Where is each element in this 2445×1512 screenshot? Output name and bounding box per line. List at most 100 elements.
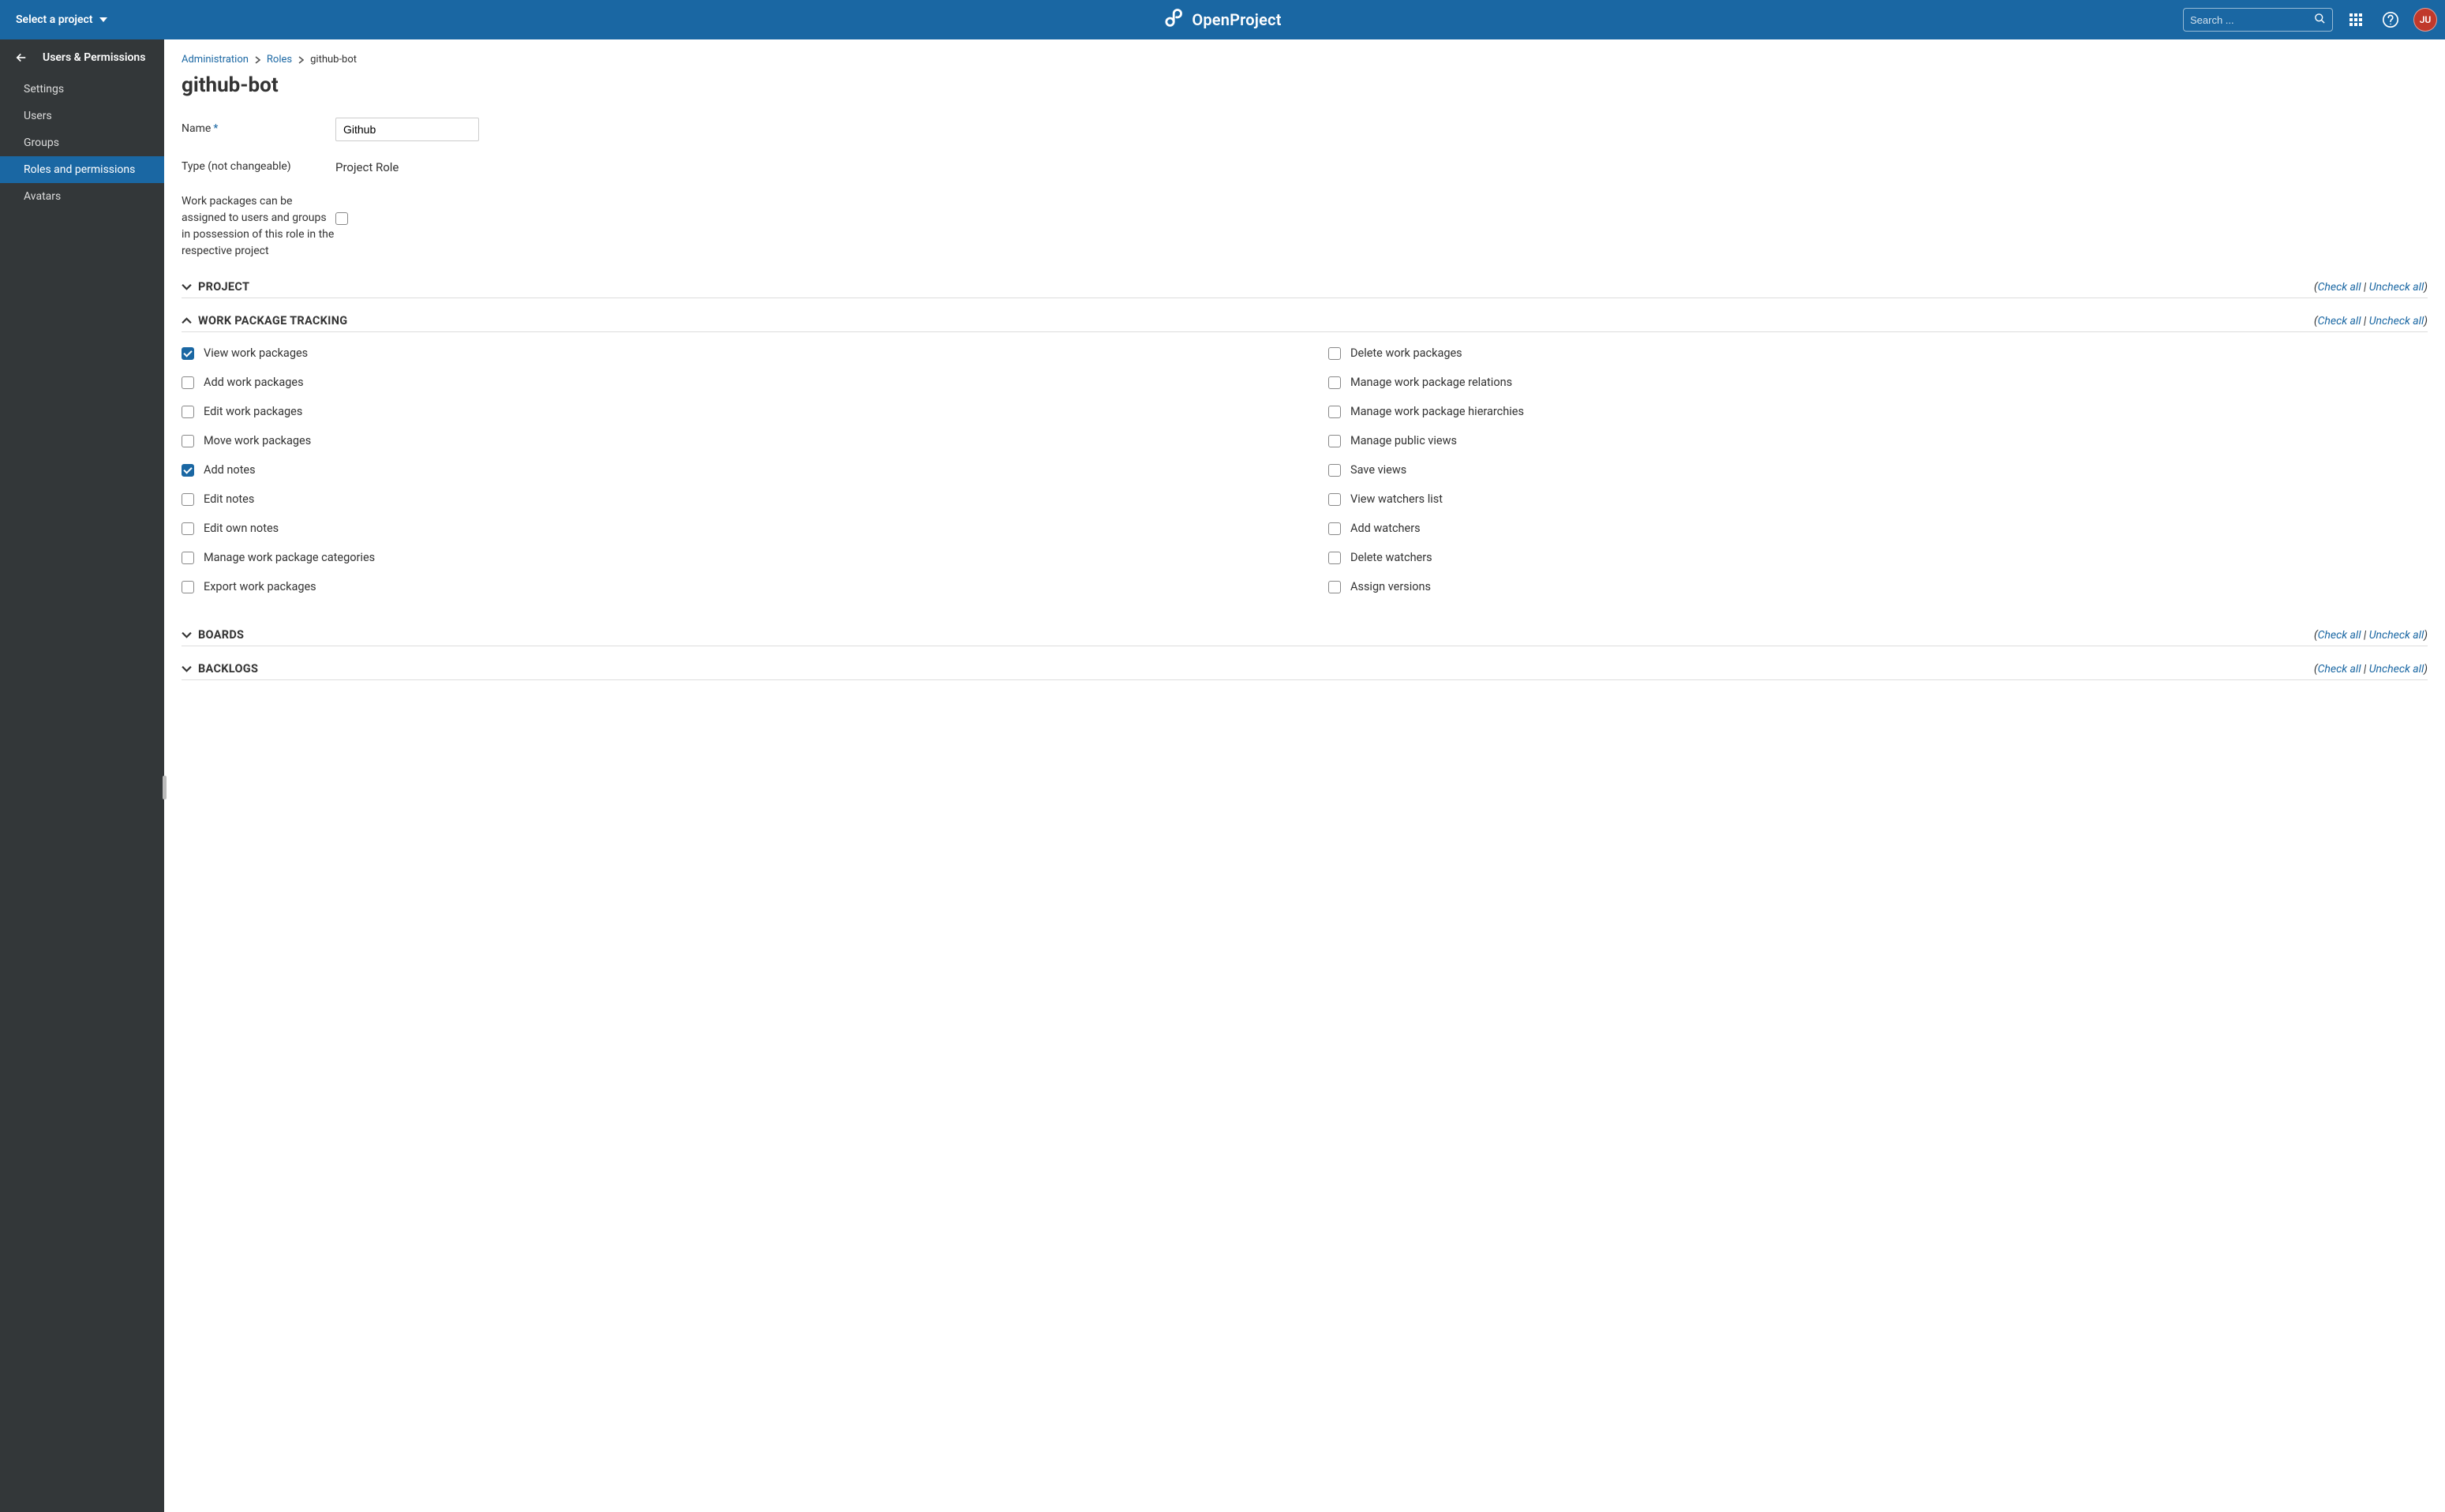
permission-checkbox[interactable] [1328,493,1341,506]
permission-checkbox[interactable] [182,406,194,418]
search-box[interactable] [2183,8,2333,32]
sidebar-item-avatars[interactable]: Avatars [0,183,164,210]
required-star: * [213,122,218,135]
wp-assignable-label: Work packages can be assigned to users a… [182,189,335,260]
permission-label: Delete work packages [1350,346,1462,360]
permission-checkbox[interactable] [1328,435,1341,447]
sidebar-item-roles-and-permissions[interactable]: Roles and permissions [0,156,164,183]
check-all-link[interactable]: Check all [2318,629,2361,642]
uncheck-all-link[interactable]: Uncheck all [2369,315,2424,327]
permission-label: Manage work package categories [204,551,375,564]
section-title: Boards [198,628,244,642]
avatar-initials: JU [2420,14,2432,25]
permissions-col-right: Delete work packages Manage work package … [1328,346,2428,593]
section-title: Work package tracking [198,314,347,327]
sidebar-item-users[interactable]: Users [0,103,164,129]
uncheck-all-link[interactable]: Uncheck all [2369,663,2424,676]
sidebar-resize-handle[interactable] [163,776,167,799]
permission-checkbox[interactable] [182,435,194,447]
topbar: Select a project OpenProject [0,0,2445,39]
permission-checkbox[interactable] [182,347,194,360]
chevron-down-icon [182,664,192,674]
permission-label: Edit work packages [204,405,302,418]
permission-add-notes: Add notes [182,463,1281,477]
breadcrumb-administration[interactable]: Administration [182,54,249,65]
check-all-link[interactable]: Check all [2318,315,2361,327]
apps-grid-icon[interactable] [2344,8,2368,32]
project-selector[interactable]: Select a project [8,9,115,31]
permission-view-watchers-list: View watchers list [1328,492,2428,506]
permissions-col-left: View work packages Add work packages Edit … [182,346,1281,593]
check-all-link[interactable]: Check all [2318,281,2361,294]
check-all-links: (Check all | Uncheck all) [2314,629,2428,642]
help-icon[interactable] [2379,8,2402,32]
permission-label: Manage work package relations [1350,376,1512,389]
breadcrumb: Administration Roles github-bot [182,54,2428,65]
type-value: Project Role [335,155,399,174]
form-row-name: Name* [182,118,2428,141]
permission-checkbox[interactable] [1328,376,1341,389]
permission-save-views: Save views [1328,463,2428,477]
sidebar-item-settings[interactable]: Settings [0,76,164,103]
permission-add-work-packages: Add work packages [182,376,1281,389]
permission-checkbox[interactable] [1328,347,1341,360]
section-toggle-backlogs[interactable]: Backlogs [182,662,258,676]
breadcrumb-sep-icon [255,54,260,65]
permission-label: Delete watchers [1350,551,1432,564]
chevron-down-icon [182,630,192,640]
check-all-links: (Check all | Uncheck all) [2314,281,2428,294]
type-label: Type (not changeable) [182,155,335,173]
sidebar-item-groups[interactable]: Groups [0,129,164,156]
permission-checkbox[interactable] [182,493,194,506]
permission-edit-own-notes: Edit own notes [182,522,1281,535]
sidebar: Users & Permissions SettingsUsersGroupsR… [0,39,164,1512]
page-title: github-bot [182,73,2428,97]
permission-edit-work-packages: Edit work packages [182,405,1281,418]
section-header-work-package-tracking: Work package tracking (Check all | Unchec… [182,308,2428,332]
back-arrow-icon[interactable] [14,51,28,65]
permission-delete-work-packages: Delete work packages [1328,346,2428,360]
permissions-grid-work-package-tracking: View work packages Add work packages Edit … [182,332,2428,612]
user-avatar[interactable]: JU [2413,8,2437,32]
permission-checkbox[interactable] [182,581,194,593]
permission-label: Manage public views [1350,434,1457,447]
breadcrumb-sep-icon [298,54,304,65]
permission-label: Add watchers [1350,522,1421,535]
permission-manage-work-package-categories: Manage work package categories [182,551,1281,564]
project-selector-label: Select a project [16,13,93,26]
sidebar-nav: SettingsUsersGroupsRoles and permissions… [0,73,164,210]
check-all-links: (Check all | Uncheck all) [2314,315,2428,327]
permission-label: Move work packages [204,434,311,447]
caret-down-icon [99,16,107,24]
section-header-boards: Boards (Check all | Uncheck all) [182,622,2428,646]
section-toggle-project[interactable]: Project [182,280,249,294]
permission-view-work-packages: View work packages [182,346,1281,360]
permission-label: View work packages [204,346,308,360]
permission-label: Manage work package hierarchies [1350,405,1524,418]
section-toggle-work-package-tracking[interactable]: Work package tracking [182,314,347,327]
permission-manage-work-package-relations: Manage work package relations [1328,376,2428,389]
uncheck-all-link[interactable]: Uncheck all [2369,281,2424,294]
section-title: Backlogs [198,662,258,676]
permission-checkbox[interactable] [182,522,194,535]
search-input[interactable] [2190,14,2314,26]
permission-checkbox[interactable] [182,464,194,477]
permission-checkbox[interactable] [182,552,194,564]
uncheck-all-link[interactable]: Uncheck all [2369,629,2424,642]
section-toggle-boards[interactable]: Boards [182,628,244,642]
permission-checkbox[interactable] [1328,522,1341,535]
permission-label: Save views [1350,463,1406,477]
form-row-wp-assignable: Work packages can be assigned to users a… [182,189,2428,260]
wp-assignable-checkbox[interactable] [335,212,348,225]
permission-checkbox[interactable] [182,376,194,389]
permission-checkbox[interactable] [1328,406,1341,418]
permission-export-work-packages: Export work packages [182,580,1281,593]
permission-label: Edit notes [204,492,254,506]
permission-manage-work-package-hierarchies: Manage work package hierarchies [1328,405,2428,418]
check-all-link[interactable]: Check all [2318,663,2361,676]
breadcrumb-roles[interactable]: Roles [267,54,292,65]
permission-checkbox[interactable] [1328,581,1341,593]
permission-checkbox[interactable] [1328,464,1341,477]
permission-checkbox[interactable] [1328,552,1341,564]
name-input[interactable] [335,118,479,141]
